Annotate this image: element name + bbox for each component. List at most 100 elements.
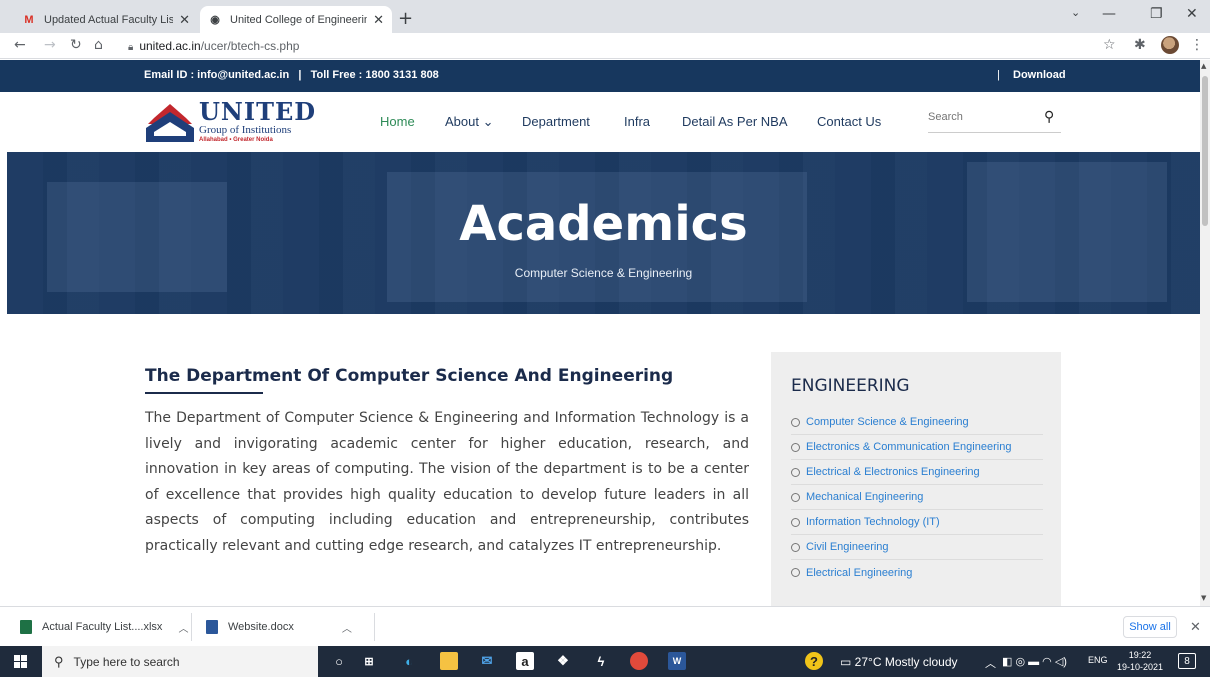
- sidebar-item-it[interactable]: Information Technology (IT): [791, 510, 1043, 535]
- windows-start-icon[interactable]: [14, 655, 27, 668]
- tab-title: Updated Actual Faculty List - pra: [44, 13, 174, 26]
- url-path: /ucer/btech-cs.php: [200, 39, 300, 53]
- lock-icon: 🔒︎: [128, 42, 134, 53]
- logo-text[interactable]: UNITED Group of Institutions Allahabad •…: [199, 100, 316, 144]
- download-item[interactable]: Actual Faculty List....xlsx ︿: [20, 607, 188, 647]
- menu-dots-icon[interactable]: ⋮: [1190, 37, 1204, 53]
- download-shelf: Actual Faculty List....xlsx ︿ Website.do…: [0, 606, 1210, 646]
- globe-icon: ◉: [210, 14, 220, 26]
- department-title: The Department Of Computer Science And E…: [145, 366, 674, 386]
- notification-icon[interactable]: 8: [1178, 653, 1196, 669]
- sidebar-item-label: Mechanical Engineering: [806, 491, 924, 503]
- tray-icons[interactable]: ◧ ◎ ▬ ◠ ◁): [1002, 655, 1067, 668]
- search-icon[interactable]: ⚲: [1044, 109, 1054, 125]
- nav-nba[interactable]: Detail As Per NBA: [682, 114, 788, 129]
- home-icon[interactable]: ⌂: [94, 37, 103, 53]
- show-all-button[interactable]: Show all: [1123, 616, 1177, 638]
- circle-icon: [791, 417, 800, 427]
- profile-avatar[interactable]: [1161, 36, 1179, 54]
- file-explorer-icon[interactable]: [440, 652, 458, 670]
- search-input[interactable]: [928, 111, 1028, 123]
- weather-text: 27°C Mostly cloudy: [854, 655, 958, 669]
- chrome-icon[interactable]: [630, 652, 648, 670]
- excel-file-icon: [20, 620, 32, 634]
- tray-chevron-icon[interactable]: ︿: [985, 655, 996, 671]
- close-tab-icon[interactable]: ✕: [179, 12, 190, 28]
- scrollbar-thumb[interactable]: [1202, 76, 1208, 226]
- title-underline: [145, 392, 263, 394]
- sidebar-item-label: Civil Engineering: [806, 541, 889, 553]
- tab-gmail[interactable]: M Updated Actual Faculty List - pra ✕: [14, 6, 198, 33]
- taskbar-search[interactable]: ⚲ Type here to search: [42, 646, 318, 677]
- sidebar-item-electrical[interactable]: Electrical Engineering: [791, 560, 1043, 585]
- tab-title: United College of Engineering &: [230, 13, 368, 26]
- dropbox-icon[interactable]: ❖: [554, 652, 572, 670]
- close-window-icon[interactable]: ✕: [1186, 6, 1198, 22]
- sidebar-item-mechanical[interactable]: Mechanical Engineering: [791, 485, 1043, 510]
- download-link[interactable]: Download: [1013, 69, 1066, 81]
- lightning-icon[interactable]: ϟ: [592, 652, 610, 670]
- nav-department[interactable]: Department: [522, 114, 590, 129]
- nav-infra[interactable]: Infra: [624, 114, 650, 129]
- sidebar-item-ece[interactable]: Electronics & Communication Engineering: [791, 435, 1043, 460]
- circle-icon: [791, 517, 800, 527]
- extensions-icon[interactable]: ✱: [1134, 37, 1146, 53]
- united-logo-icon[interactable]: [144, 102, 196, 144]
- weather-widget[interactable]: ▭ 27°C Mostly cloudy: [840, 655, 958, 669]
- circle-icon: [791, 568, 800, 577]
- amazon-icon[interactable]: a: [516, 652, 534, 670]
- language-indicator[interactable]: ENG: [1088, 655, 1108, 665]
- scroll-down-icon[interactable]: ▼: [1201, 594, 1206, 602]
- sidebar-item-cse[interactable]: Computer Science & Engineering: [791, 410, 1043, 435]
- tab-search-icon[interactable]: ⌄: [1071, 6, 1080, 19]
- mail-icon[interactable]: ✉: [478, 652, 496, 670]
- circle-icon: [791, 467, 800, 477]
- help-icon[interactable]: ?: [805, 652, 823, 670]
- scroll-up-icon[interactable]: ▲: [1201, 62, 1206, 70]
- department-description: The Department of Computer Science & Eng…: [145, 410, 749, 554]
- circle-icon: [791, 492, 800, 502]
- close-tab-icon[interactable]: ✕: [373, 12, 384, 28]
- contact-info: Email ID : info@united.ac.in | Toll Free…: [144, 69, 439, 81]
- edge-icon[interactable]: ◐: [400, 652, 418, 670]
- tab-united-college[interactable]: ◉ United College of Engineering & ✕: [200, 6, 392, 33]
- weather-icon: ▭: [840, 655, 855, 669]
- close-icon[interactable]: ✕: [1190, 619, 1201, 635]
- sidebar-item-civil[interactable]: Civil Engineering: [791, 535, 1043, 560]
- sidebar-item-eee[interactable]: Electrical & Electronics Engineering: [791, 460, 1043, 485]
- nav-home[interactable]: Home: [380, 114, 415, 129]
- windows-taskbar: ⚲ Type here to search ○ ⊞ ◐ ✉ a ❖ ϟ W ? …: [0, 646, 1210, 677]
- clock-time: 19:22: [1128, 650, 1152, 660]
- nav-contact[interactable]: Contact Us: [817, 114, 881, 129]
- bookmark-star-icon[interactable]: ☆: [1103, 37, 1116, 53]
- minimize-icon[interactable]: —: [1102, 6, 1116, 22]
- chevron-up-icon[interactable]: ︿: [342, 620, 352, 635]
- sidebar-item-label: Computer Science & Engineering: [806, 416, 969, 428]
- taskbar-search-placeholder: Type here to search: [73, 654, 180, 669]
- sidebar-heading: ENGINEERING: [791, 376, 910, 396]
- clock-date: 19-10-2021: [1117, 662, 1164, 672]
- search-icon: ⚲: [54, 653, 64, 669]
- sidebar-item-label: Electronics & Communication Engineering: [806, 441, 1012, 453]
- back-icon[interactable]: ←: [14, 37, 26, 53]
- chevron-up-icon[interactable]: ︿: [178, 620, 188, 635]
- address-bar: ← → ↻ ⌂ 🔒︎ united.ac.in/ucer/btech-cs.php…: [0, 33, 1210, 59]
- cortana-icon[interactable]: ○: [330, 652, 348, 670]
- clock[interactable]: 19:22 19-10-2021: [1117, 649, 1163, 673]
- forward-icon[interactable]: →: [44, 37, 56, 53]
- divider: [191, 613, 192, 641]
- maximize-icon[interactable]: ❐: [1150, 6, 1163, 22]
- task-view-icon[interactable]: ⊞: [360, 652, 378, 670]
- download-item[interactable]: Website.docx ︿: [206, 607, 352, 647]
- circle-icon: [791, 442, 800, 452]
- circle-icon: [791, 542, 800, 552]
- nav-about[interactable]: About ⌄: [445, 114, 493, 130]
- url-field[interactable]: 🔒︎ united.ac.in/ucer/btech-cs.php: [128, 39, 299, 53]
- logo-locations: Allahabad • Greater Noida: [199, 137, 273, 143]
- new-tab-icon[interactable]: +: [398, 8, 413, 29]
- page-scrollbar[interactable]: ▲ ▼: [1200, 60, 1210, 606]
- reload-icon[interactable]: ↻: [70, 37, 82, 53]
- site-search: ⚲: [928, 107, 1061, 133]
- word-icon[interactable]: W: [668, 652, 686, 670]
- download-filename: Website.docx: [228, 621, 294, 633]
